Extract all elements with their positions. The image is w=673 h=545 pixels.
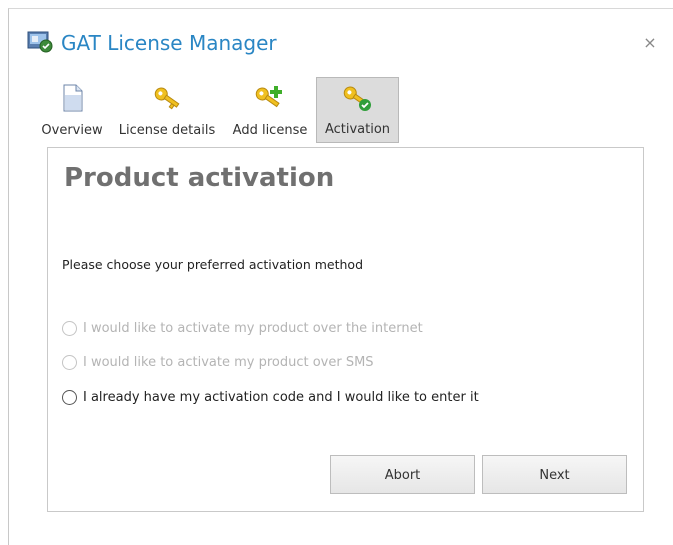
tab-activation[interactable]: Activation xyxy=(316,77,399,143)
radio-enter-code[interactable] xyxy=(62,389,77,405)
radio-sms xyxy=(62,354,77,370)
tab-add-license-label: Add license xyxy=(232,123,308,138)
tab-activation-label: Activation xyxy=(324,122,391,137)
key-check-icon xyxy=(343,86,371,111)
option-internet: I would like to activate my product over… xyxy=(62,318,423,338)
tab-add-license[interactable]: Add license xyxy=(226,77,314,143)
app-logo-icon xyxy=(27,31,53,53)
radio-internet xyxy=(62,320,77,336)
tab-overview[interactable]: Overview xyxy=(38,77,106,143)
option-enter-code-label[interactable]: I already have my activation code and I … xyxy=(83,390,479,405)
tab-overview-label: Overview xyxy=(41,123,103,138)
option-sms: I would like to activate my product over… xyxy=(62,352,374,372)
option-sms-label: I would like to activate my product over… xyxy=(83,354,374,370)
option-enter-code[interactable]: I already have my activation code and I … xyxy=(62,387,479,407)
key-icon xyxy=(154,87,180,110)
key-add-icon xyxy=(255,86,282,108)
close-button[interactable]: × xyxy=(640,33,660,53)
document-icon xyxy=(63,84,83,112)
abort-button[interactable]: Abort xyxy=(330,455,475,494)
page-title: Product activation xyxy=(64,163,335,193)
tab-license-details[interactable]: License details xyxy=(114,77,220,143)
window-title: GAT License Manager xyxy=(61,31,277,55)
instruction-text: Please choose your preferred activation … xyxy=(62,257,364,272)
next-button[interactable]: Next xyxy=(482,455,627,494)
tab-license-details-label: License details xyxy=(118,123,216,138)
option-internet-label: I would like to activate my product over… xyxy=(83,320,423,336)
